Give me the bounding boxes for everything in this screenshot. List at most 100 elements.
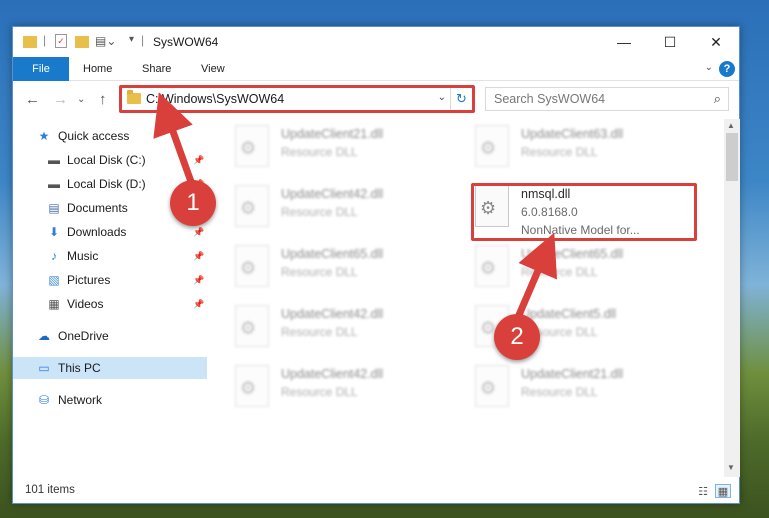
sidebar-item-label: Network — [58, 393, 103, 407]
file-item-nmsql[interactable]: ⚙ nmsql.dll 6.0.8168.0 NonNative Model f… — [453, 183, 683, 243]
dll-file-icon: ⚙ — [475, 245, 509, 287]
tab-view[interactable]: View — [201, 63, 225, 75]
sidebar-item-local-disk-c[interactable]: ▬ Local Disk (C:) 📌 — [13, 149, 207, 171]
tab-home[interactable]: Home — [83, 63, 112, 75]
sidebar-item-label: Pictures — [67, 273, 111, 287]
file-name: UpdateClient21.dll — [281, 127, 384, 141]
file-name: UpdateClient65.dll — [281, 247, 384, 261]
file-item[interactable]: ⚙ UpdateClient21.dll Resource DLL — [453, 363, 683, 415]
collapse-ribbon-icon[interactable]: ⌄ — [705, 62, 713, 73]
file-item[interactable]: ⚙ UpdateClient63.dll Resource DLL — [453, 123, 683, 175]
file-name: nmsql.dll — [521, 187, 571, 201]
file-item[interactable]: ⚙ UpdateClient42.dll Resource DLL — [213, 303, 443, 355]
sidebar-item-quick-access[interactable]: ★ Quick access — [13, 125, 207, 147]
address-path[interactable]: C:\Windows\SysWOW64 — [146, 92, 284, 106]
explorer-window: | ✓ ▤⌄ ▾ | SysWOW64 — ☐ ✕ File Home Shar… — [12, 26, 740, 504]
network-icon: ⛁ — [38, 393, 50, 407]
sidebar-item-label: Local Disk (D:) — [67, 177, 146, 191]
refresh-button[interactable]: ↻ — [450, 88, 472, 110]
file-version: 6.0.8168.0 — [521, 205, 578, 219]
file-item[interactable]: ⚙ UpdateClient5.dll Resource DLL — [453, 303, 683, 355]
ribbon-tabs: File Home Share View ⌄ ? — [13, 57, 739, 81]
separator-icon: | — [43, 33, 47, 47]
dll-file-icon: ⚙ — [235, 365, 269, 407]
drive-icon: ▬ — [48, 177, 60, 191]
tab-file[interactable]: File — [13, 57, 69, 81]
sidebar-item-pictures[interactable]: ▧ Pictures 📌 — [13, 269, 207, 291]
vertical-scrollbar[interactable]: ▲ ▼ — [724, 119, 740, 477]
pin-icon[interactable]: 📌 — [193, 251, 204, 262]
file-item[interactable]: ⚙ UpdateClient42.dll Resource DLL — [213, 183, 443, 235]
forward-button[interactable]: → — [53, 91, 68, 108]
close-button[interactable]: ✕ — [693, 27, 739, 57]
tab-share[interactable]: Share — [142, 63, 171, 75]
pin-icon[interactable]: 📌 — [193, 155, 204, 166]
separator-icon: | — [141, 33, 145, 47]
videos-icon: ▦ — [48, 297, 60, 311]
tiles-view-icon[interactable]: ▦ — [715, 484, 731, 498]
file-name: UpdateClient63.dll — [521, 127, 624, 141]
sidebar-item-label: Music — [67, 249, 99, 263]
callout-step-1: 1 — [170, 180, 216, 226]
dll-file-icon: ⚙ — [235, 245, 269, 287]
file-description: Resource DLL — [521, 145, 598, 159]
file-item[interactable]: ⚙ UpdateClient65.dll Resource DLL — [213, 243, 443, 295]
dll-file-icon: ⚙ — [475, 125, 509, 167]
maximize-button[interactable]: ☐ — [647, 27, 693, 57]
pin-icon[interactable]: 📌 — [193, 299, 204, 310]
file-name: UpdateClient42.dll — [281, 307, 384, 321]
file-name: UpdateClient21.dll — [521, 367, 624, 381]
sidebar-item-network[interactable]: ⛁ Network — [13, 389, 207, 411]
search-input[interactable]: Search SysWOW64 ⌕ — [485, 87, 729, 111]
sidebar-item-this-pc[interactable]: ▭ This PC — [13, 357, 207, 379]
help-icon[interactable]: ? — [719, 61, 735, 77]
minimize-button[interactable]: — — [601, 27, 647, 57]
address-dropdown-icon[interactable]: ⌄ — [438, 92, 446, 103]
file-name: UpdateClient42.dll — [281, 187, 384, 201]
new-folder-icon[interactable] — [75, 36, 89, 48]
file-name: UpdateClient5.dll — [521, 307, 617, 321]
file-description: Resource DLL — [281, 205, 358, 219]
recent-locations-icon[interactable]: ⌄ — [77, 94, 85, 105]
sidebar-item-label: Local Disk (C:) — [67, 153, 146, 167]
sidebar-item-onedrive[interactable]: ☁ OneDrive — [13, 325, 207, 347]
sidebar-item-label: OneDrive — [58, 329, 109, 343]
back-button[interactable]: ← — [25, 91, 40, 108]
file-item[interactable]: ⚙ UpdateClient65.dll Resource DLL — [453, 243, 683, 295]
search-icon[interactable]: ⌕ — [714, 91, 721, 107]
pin-icon[interactable]: 📌 — [193, 227, 204, 238]
scroll-down-icon[interactable]: ▼ — [727, 463, 735, 472]
details-view-icon[interactable]: ☷ — [695, 484, 711, 498]
documents-icon: ▤ — [48, 201, 60, 215]
customize-qa-icon[interactable]: ▤⌄ — [95, 34, 116, 48]
dll-file-icon: ⚙ — [235, 305, 269, 347]
file-item[interactable]: ⚙ UpdateClient42.dll Resource DLL — [213, 363, 443, 415]
file-name: UpdateClient65.dll — [521, 247, 624, 261]
qa-dropdown-icon[interactable]: ▾ — [129, 34, 134, 45]
drive-icon: ▬ — [48, 153, 60, 167]
scroll-up-icon[interactable]: ▲ — [727, 121, 735, 130]
sidebar-item-label: This PC — [58, 361, 101, 375]
sidebar-item-music[interactable]: ♪ Music 📌 — [13, 245, 207, 267]
sidebar-item-label: Downloads — [67, 225, 127, 239]
scroll-thumb[interactable] — [726, 133, 738, 181]
dll-file-icon: ⚙ — [475, 185, 509, 227]
file-description: NonNative Model for... — [521, 223, 640, 237]
callout-step-2: 2 — [494, 314, 540, 360]
properties-icon[interactable]: ✓ — [55, 34, 67, 48]
dll-file-icon: ⚙ — [235, 125, 269, 167]
sidebar-item-videos[interactable]: ▦ Videos 📌 — [13, 293, 207, 315]
address-field[interactable]: C:\Windows\SysWOW64 ⌄ ↻ — [121, 87, 473, 111]
up-button[interactable]: ↑ — [99, 91, 107, 108]
pin-icon[interactable]: 📌 — [193, 275, 204, 286]
navigation-pane: ★ Quick access ▬ Local Disk (C:) 📌 ▬ Loc… — [13, 119, 209, 475]
dll-file-icon: ⚙ — [235, 185, 269, 227]
file-description: Resource DLL — [521, 385, 598, 399]
sidebar-item-downloads[interactable]: ⬇ Downloads 📌 — [13, 221, 207, 243]
file-name: UpdateClient42.dll — [281, 367, 384, 381]
music-icon: ♪ — [51, 249, 57, 263]
onedrive-icon: ☁ — [38, 329, 50, 343]
star-icon: ★ — [38, 129, 50, 143]
file-item[interactable]: ⚙ UpdateClient21.dll Resource DLL — [213, 123, 443, 175]
this-pc-icon: ▭ — [38, 361, 50, 375]
